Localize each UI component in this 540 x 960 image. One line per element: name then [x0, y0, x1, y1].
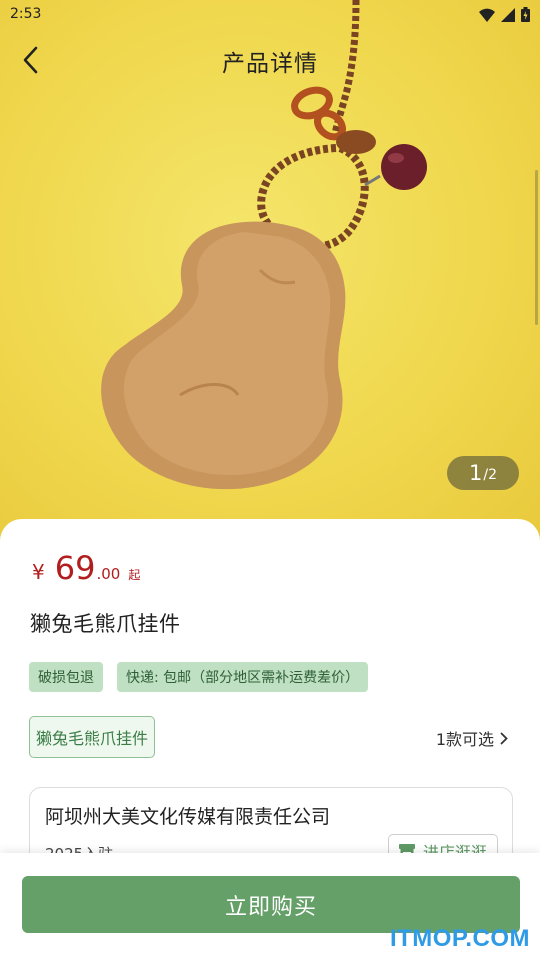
bottom-action-bar: 立即购买 ITMOP.COM [0, 853, 540, 960]
price-integer: 69 [54, 549, 96, 587]
watermark: ITMOP.COM [389, 925, 530, 952]
price-decimal: .00 [96, 565, 121, 583]
product-gallery[interactable]: 2:53 产品详情 1 /2 [0, 0, 540, 540]
page-title: 产品详情 [222, 51, 318, 77]
chevron-right-icon [500, 732, 508, 744]
image-counter-current: 1 [469, 461, 483, 485]
variant-option[interactable]: 獭兔毛熊爪挂件 [29, 716, 156, 758]
variant-count-label: 1款可选 [435, 730, 494, 749]
currency-symbol: ¥ [32, 560, 45, 584]
status-icons [479, 7, 530, 22]
battery-icon [521, 7, 530, 22]
signal-icon [501, 7, 515, 22]
status-bar: 2:53 [0, 0, 540, 32]
tag-shipping: 快递: 包邮（部分地区需补运费差价） [117, 662, 369, 692]
service-tags: 破损包退 快递: 包邮（部分地区需补运费差价） [29, 662, 369, 692]
wifi-icon [479, 8, 495, 22]
image-counter-total: /2 [483, 466, 497, 483]
image-counter: 1 /2 [447, 456, 519, 490]
scrollbar[interactable] [535, 170, 538, 325]
top-nav: 产品详情 [0, 36, 540, 84]
product-name: 獭兔毛熊爪挂件 [30, 612, 181, 636]
price-suffix: 起 [128, 568, 141, 582]
status-time: 2:53 [10, 6, 42, 22]
variant-selector[interactable]: 1款可选 [436, 726, 508, 750]
price: ¥ 69 .00 起 [32, 549, 140, 587]
tag-return: 破损包退 [29, 662, 103, 692]
shop-name: 阿坝州大美文化传媒有限责任公司 [45, 806, 331, 828]
